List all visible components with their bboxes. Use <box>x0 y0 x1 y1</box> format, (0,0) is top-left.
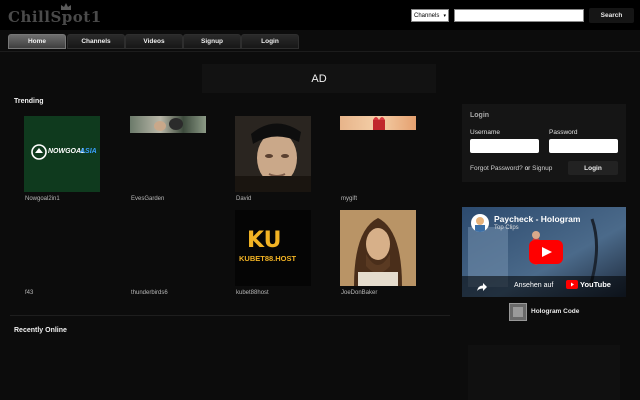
channel-name[interactable]: mygift <box>341 196 357 202</box>
search-input[interactable] <box>454 9 584 22</box>
channel-thumbnail[interactable] <box>130 210 206 286</box>
youtube-wordmark: YouTube <box>580 280 611 289</box>
channel-thumbnail[interactable] <box>24 210 100 286</box>
nav-tab-videos[interactable]: Videos <box>125 34 183 49</box>
trending-title: Trending <box>14 98 44 105</box>
youtube-icon <box>566 280 578 289</box>
thumbnail-art <box>154 118 183 131</box>
username-field[interactable] <box>470 139 539 153</box>
kubet-host-text: KUBET88.HOST <box>239 254 297 263</box>
recently-online-title: Recently Online <box>14 327 67 334</box>
avatar-icon <box>475 217 485 232</box>
main-nav: Home Channels Videos Signup Login <box>0 30 640 52</box>
channel-avatar[interactable] <box>471 214 489 232</box>
kubet-logo-text: KU <box>247 228 282 253</box>
sidebar-placeholder <box>468 345 620 400</box>
hologram-thumbnail[interactable] <box>509 303 527 321</box>
ad-banner[interactable]: AD <box>202 64 436 93</box>
nowgoal-logo-suffix: ASIA <box>80 148 97 155</box>
share-icon[interactable] <box>476 281 488 293</box>
signup-link[interactable]: Signup <box>532 165 552 172</box>
search-button[interactable]: Search <box>589 8 634 23</box>
password-field[interactable] <box>549 139 618 153</box>
forgot-password-link[interactable]: Forgot Password? <box>470 165 523 172</box>
youtube-logo[interactable]: YouTube <box>566 280 611 289</box>
channel-thumbnail[interactable] <box>130 116 206 133</box>
password-label: Password <box>549 129 578 136</box>
channel-name[interactable]: David <box>236 196 251 202</box>
login-title: Login <box>470 112 490 119</box>
gift-icon <box>373 117 385 130</box>
play-icon[interactable] <box>529 240 563 264</box>
channel-select-value: Channels <box>414 12 440 19</box>
nav-tab-home[interactable]: Home <box>8 34 66 49</box>
hologram-code-link[interactable]: Hologram Code <box>531 308 579 315</box>
channel-select[interactable]: Channels ▾ <box>411 9 449 22</box>
channel-name[interactable]: JoeDonBaker <box>341 290 377 296</box>
thumbnail-art <box>510 304 526 320</box>
channel-name[interactable]: EvesGarden <box>131 196 164 202</box>
channel-thumbnail[interactable]: KU KUBET88.HOST <box>235 210 311 286</box>
channel-thumbnail[interactable] <box>235 116 311 192</box>
channel-name[interactable]: thunderbirds6 <box>131 290 168 296</box>
channel-thumbnail[interactable]: NOWGOAL ASIA <box>24 116 100 192</box>
logo-text: ChillSpot1 <box>8 8 102 26</box>
forgot-password-row: Forgot Password? or Signup <box>470 165 552 172</box>
video-title[interactable]: Paycheck - Hologram <box>494 214 580 224</box>
nav-tab-signup[interactable]: Signup <box>183 34 241 49</box>
chevron-down-icon: ▾ <box>443 12 446 19</box>
channel-name[interactable]: f43 <box>25 290 33 296</box>
site-logo[interactable]: ChillSpot1 <box>8 3 128 27</box>
ad-label: AD <box>311 72 327 85</box>
username-label: Username <box>470 129 500 136</box>
channel-name[interactable]: Nowgoal2in1 <box>25 196 60 202</box>
login-panel: Login Username Password Forgot Password?… <box>462 104 626 182</box>
channel-thumbnail[interactable] <box>340 116 416 130</box>
video-channel[interactable]: Top Clips <box>494 225 519 231</box>
watch-on-label[interactable]: Ansehen auf <box>514 282 553 289</box>
thumbnail-art <box>340 210 416 286</box>
login-button[interactable]: Login <box>568 161 618 175</box>
channel-thumbnail[interactable] <box>340 210 416 286</box>
video-embed[interactable]: Paycheck - Hologram Top Clips Ansehen au… <box>462 207 626 297</box>
section-divider <box>10 315 450 316</box>
thumbnail-art <box>235 116 311 192</box>
nav-tab-login[interactable]: Login <box>241 34 299 49</box>
nav-tab-channels[interactable]: Channels <box>67 34 125 49</box>
site-header: ChillSpot1 Channels ▾ Search <box>0 0 640 30</box>
video-bottom-bar: Ansehen auf YouTube <box>462 276 626 297</box>
channel-name[interactable]: kubet88host <box>236 290 269 296</box>
or-text: or <box>524 165 531 172</box>
